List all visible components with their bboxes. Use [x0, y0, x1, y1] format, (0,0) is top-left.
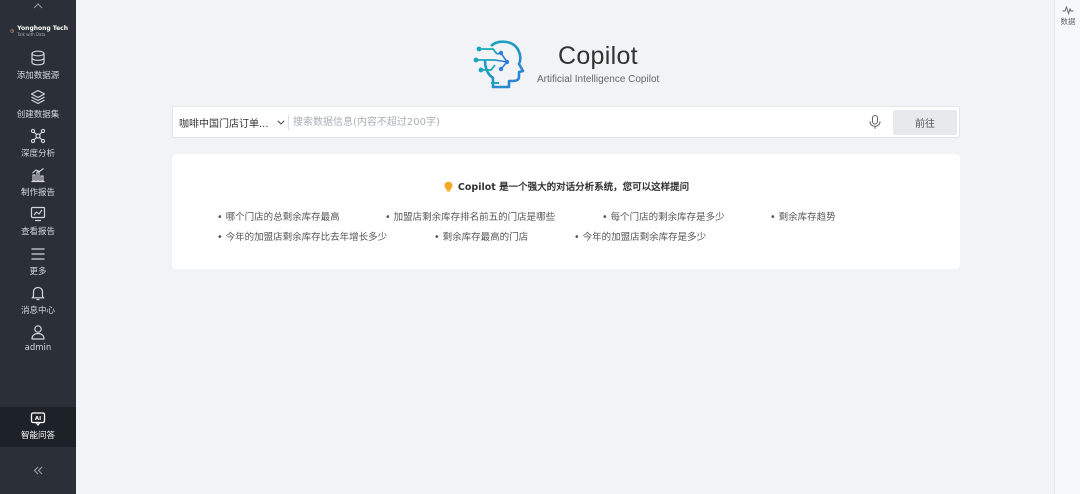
user-icon: [31, 325, 45, 340]
suggestion-item[interactable]: 加盟店剩余库存排名前五的门店是哪些: [385, 209, 556, 223]
page-title: Copilot: [558, 42, 638, 70]
sidebar-item-label: 查看报告: [20, 227, 55, 237]
divider: [288, 115, 289, 130]
search-input[interactable]: [293, 111, 853, 133]
suggestion-item[interactable]: 今年的加盟店剩余库存比去年增长多少: [217, 229, 388, 243]
sidebar-item-messages[interactable]: 消息中心: [0, 285, 76, 323]
ai-head-icon: [473, 40, 525, 89]
double-chevron-left-icon: [33, 466, 43, 474]
suggestion-item[interactable]: 剩余库存趋势: [770, 209, 836, 223]
bar-chart-icon: [31, 168, 45, 183]
collapse-sidebar-button[interactable]: [0, 458, 76, 482]
data-panel-toggle[interactable]: 数据: [1055, 5, 1080, 27]
dataset-select-value: 咖啡中国门店订单...: [179, 118, 269, 130]
copilot-logo: [471, 38, 527, 90]
sidebar-item-create-dataset[interactable]: 创建数据集: [0, 89, 76, 127]
microphone-icon[interactable]: [867, 114, 883, 130]
sidebar-item-label: 制作报告: [20, 188, 55, 198]
chevron-down-icon: [276, 119, 285, 125]
sidebar-item-label: 创建数据集: [16, 110, 60, 120]
suggestions-heading-text: Copilot 是一个强大的对话分析系统，您可以这样提问: [457, 182, 690, 193]
sidebar-item-view-report[interactable]: 查看报告: [0, 206, 76, 244]
brand-slogan: Talk with Data: [17, 31, 46, 37]
monitor-chart-icon: [30, 206, 46, 222]
sidebar-item-smart-qa[interactable]: AI 智能问答: [0, 407, 76, 447]
data-panel-label: 数据: [1060, 17, 1076, 26]
suggestion-item[interactable]: 每个门店的剩余库存是多少: [602, 209, 725, 223]
sidebar-item-deep-analysis[interactable]: 深度分析: [0, 128, 76, 166]
lightbulb-icon: [444, 181, 453, 192]
suggestion-item[interactable]: 哪个门店的总剩余库存最高: [217, 209, 340, 223]
sidebar-item-label: 更多: [29, 267, 47, 277]
sidebar-item-label: 深度分析: [20, 149, 55, 159]
sidebar-item-label: 智能问答: [20, 431, 55, 441]
network-icon: [30, 128, 46, 144]
sidebar-item-more[interactable]: 更多: [0, 246, 76, 284]
suggestion-item[interactable]: 今年的加盟店剩余库存是多少: [574, 229, 707, 243]
sidebar-item-add-datasource[interactable]: 添加数据源: [0, 50, 76, 88]
go-button[interactable]: 前往: [893, 110, 957, 135]
ai-chat-icon: AI: [30, 412, 46, 426]
sidebar-item-label: 消息中心: [20, 306, 55, 316]
sidebar: Yonghong Tech Talk with Data 添加数据源 创建数据集: [0, 0, 76, 494]
brand-mark-icon: [10, 29, 14, 33]
scroll-up-icon[interactable]: [0, 0, 76, 12]
suggestions-card: Copilot 是一个强大的对话分析系统，您可以这样提问 哪个门店的总剩余库存最…: [172, 154, 960, 269]
dataset-select[interactable]: 咖啡中国门店订单...: [179, 107, 285, 137]
brand-name: Yonghong Tech: [17, 24, 68, 32]
right-rail: 数据: [1054, 0, 1080, 494]
page-subtitle: Artificial Intelligence Copilot: [537, 74, 660, 85]
sidebar-item-label: admin: [24, 343, 52, 353]
suggestions-heading: Copilot 是一个强大的对话分析系统，您可以这样提问: [172, 179, 960, 193]
database-icon: [31, 50, 45, 66]
suggestion-item[interactable]: 剩余库存最高的门店: [434, 229, 529, 243]
sidebar-item-label: 添加数据源: [16, 71, 60, 81]
brand-logo[interactable]: Yonghong Tech Talk with Data: [10, 18, 68, 44]
sidebar-item-make-report[interactable]: 制作报告: [0, 167, 76, 205]
layers-icon: [30, 89, 46, 105]
sidebar-item-admin[interactable]: admin: [0, 324, 76, 362]
svg-text:AI: AI: [35, 416, 41, 422]
bell-icon: [31, 286, 45, 301]
search-bar: 咖啡中国门店订单... 前往: [172, 106, 960, 138]
pulse-icon: [1062, 5, 1074, 15]
menu-icon: [31, 248, 45, 260]
